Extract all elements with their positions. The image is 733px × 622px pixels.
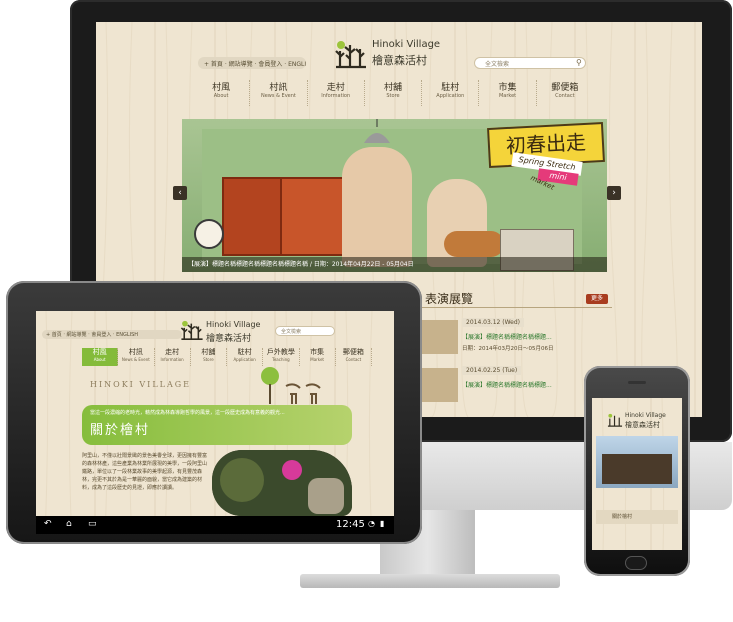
search-icon[interactable]: ⚲ <box>576 58 585 67</box>
photo-collage-image <box>212 450 352 516</box>
logo-name-en: Hinoki Village <box>206 320 261 329</box>
tablet-about-heading: 關於檜村 <box>90 423 151 438</box>
news-title[interactable]: 【展演】標題名稱標題名稱標題... <box>462 380 552 389</box>
guitar-image <box>444 231 504 257</box>
tablet-about-intro: 當這一段濃縮的老時光，藉然成為林森導跑哲學的風景，這一段歷史成為有意義的觀光..… <box>90 410 285 416</box>
cabinet-image <box>222 177 288 256</box>
monitor-foot <box>300 574 560 588</box>
deer-illustration <box>261 367 321 404</box>
tablet-logo[interactable]: Hinoki Village 檜意森活村 <box>180 316 270 346</box>
news-thumbnail <box>422 368 458 402</box>
tablet-about-body: 阿里山，不僅以壯闊景緻的景色美譽全球，更因擁有豐富的森林林產，這些產業為林業所展… <box>82 453 208 491</box>
banner-prev-button[interactable]: ‹ <box>173 186 187 200</box>
nav-item-about[interactable]: 村風 About <box>82 348 119 366</box>
news-title[interactable]: 【展演】標題名稱標題名稱標題... <box>462 332 552 341</box>
divider <box>418 307 612 308</box>
illustration-woman <box>342 147 412 267</box>
back-icon[interactable]: ↶ <box>44 519 52 529</box>
phone-building-photo <box>596 436 678 488</box>
home-icon[interactable]: ⌂ <box>66 519 72 529</box>
tablet-photo-collage <box>212 450 352 516</box>
recent-apps-icon[interactable]: ▭ <box>88 519 97 529</box>
logo-name-zh: 檜意森活村 <box>372 54 427 67</box>
phone-logo[interactable]: Hinoki Village 檜意森活村 <box>607 412 677 434</box>
performance-more-button[interactable]: 更多 <box>586 294 608 304</box>
tree-logo-icon <box>335 41 366 69</box>
tablet-about-banner: 當這一段濃縮的老時光，藉然成為林森導跑哲學的風景，這一段歷史成為有意義的觀光..… <box>82 405 352 445</box>
nav-item-information[interactable]: 走村 Information <box>155 348 191 366</box>
news-list-item[interactable]: 2014.03.12 (Wed) 【展演】標題名稱標題名稱標題... 日期：20… <box>418 314 612 362</box>
nav-item-store[interactable]: 村舖 Store <box>191 348 227 366</box>
clock-icon <box>194 219 224 249</box>
battery-icon: ▮ <box>380 519 385 528</box>
nav-item-contact[interactable]: 郵便箱 Contact <box>336 348 372 366</box>
tree-logo-icon <box>180 320 203 340</box>
news-date: 2014.03.12 (Wed) <box>462 318 525 327</box>
logo-name-en: Hinoki Village <box>625 412 666 419</box>
nav-item-about[interactable]: 村風 About <box>193 80 251 106</box>
logo-name-en: Hinoki Village <box>372 39 441 50</box>
nav-item-contact[interactable]: 郵便箱 Contact <box>537 80 593 106</box>
nav-item-market[interactable]: 市集 Market <box>479 80 537 106</box>
performance-section-title: 表演展覽 <box>425 292 474 306</box>
status-clock: 12:45 <box>336 519 365 530</box>
desktop-main-nav: 村風 About 村訊 News & Event 走村 Information 村舖 S… <box>193 80 593 106</box>
nav-item-news[interactable]: 村訊 News & Event <box>250 80 308 106</box>
desktop-logo[interactable]: Hinoki Village 檜意森活村 <box>334 35 444 71</box>
building-image <box>602 454 672 484</box>
tablet-hero-title: HINOKI VILLAGE <box>90 380 191 389</box>
banner-next-button[interactable]: › <box>607 186 621 200</box>
tablet-search-input[interactable]: 全文檢索 <box>275 326 335 336</box>
desktop-top-links[interactable]: + 首頁 ‧ 網站導覽 ‧ 會員登入 ‧ ENGLISH <box>198 57 306 69</box>
tree-logo-icon <box>607 413 623 427</box>
nav-item-information[interactable]: 走村 Information <box>308 80 365 106</box>
nav-item-application[interactable]: 駐村 Application <box>422 80 480 106</box>
banner-caption[interactable]: 【展演】標題名稱標題名稱標題名稱標題名稱 / 日期：2014年04月22日 - … <box>182 257 607 272</box>
news-thumbnail <box>422 320 458 354</box>
nav-item-news[interactable]: 村訊 News & Event <box>118 348 155 366</box>
nav-item-store[interactable]: 村舖 Store <box>365 80 423 106</box>
phone-about-band[interactable]: 關於檜村 <box>596 510 678 524</box>
phone-speaker <box>628 381 646 384</box>
tablet-system-bar: ↶ ⌂ ▭ 12:45 ◔ ▮ <box>36 516 394 534</box>
news-subtitle: 日期：2014年03月20日～05月06日 <box>462 346 554 352</box>
logo-name-zh: 檜意森活村 <box>206 334 252 344</box>
news-list-item[interactable]: 2014.02.25 (Tue) 【展演】標題名稱標題名稱標題... <box>418 362 612 410</box>
tablet-top-links[interactable]: + 首頁 ‧ 網站導覽 ‧ 會員登入 ‧ ENGLISH <box>42 330 182 339</box>
desktop-search-input[interactable]: 全文檢索 <box>474 57 586 69</box>
logo-name-zh: 檜意森活村 <box>625 421 660 429</box>
cabinet-image <box>280 177 346 256</box>
wifi-icon: ◔ <box>368 519 375 528</box>
phone-home-button[interactable] <box>625 556 647 570</box>
news-date: 2014.02.25 (Tue) <box>462 366 522 375</box>
desktop-hero-banner[interactable]: 初春出走 Spring Stretch mini market 【展演】標題名稱… <box>182 119 607 272</box>
lamp-icon <box>364 119 390 143</box>
